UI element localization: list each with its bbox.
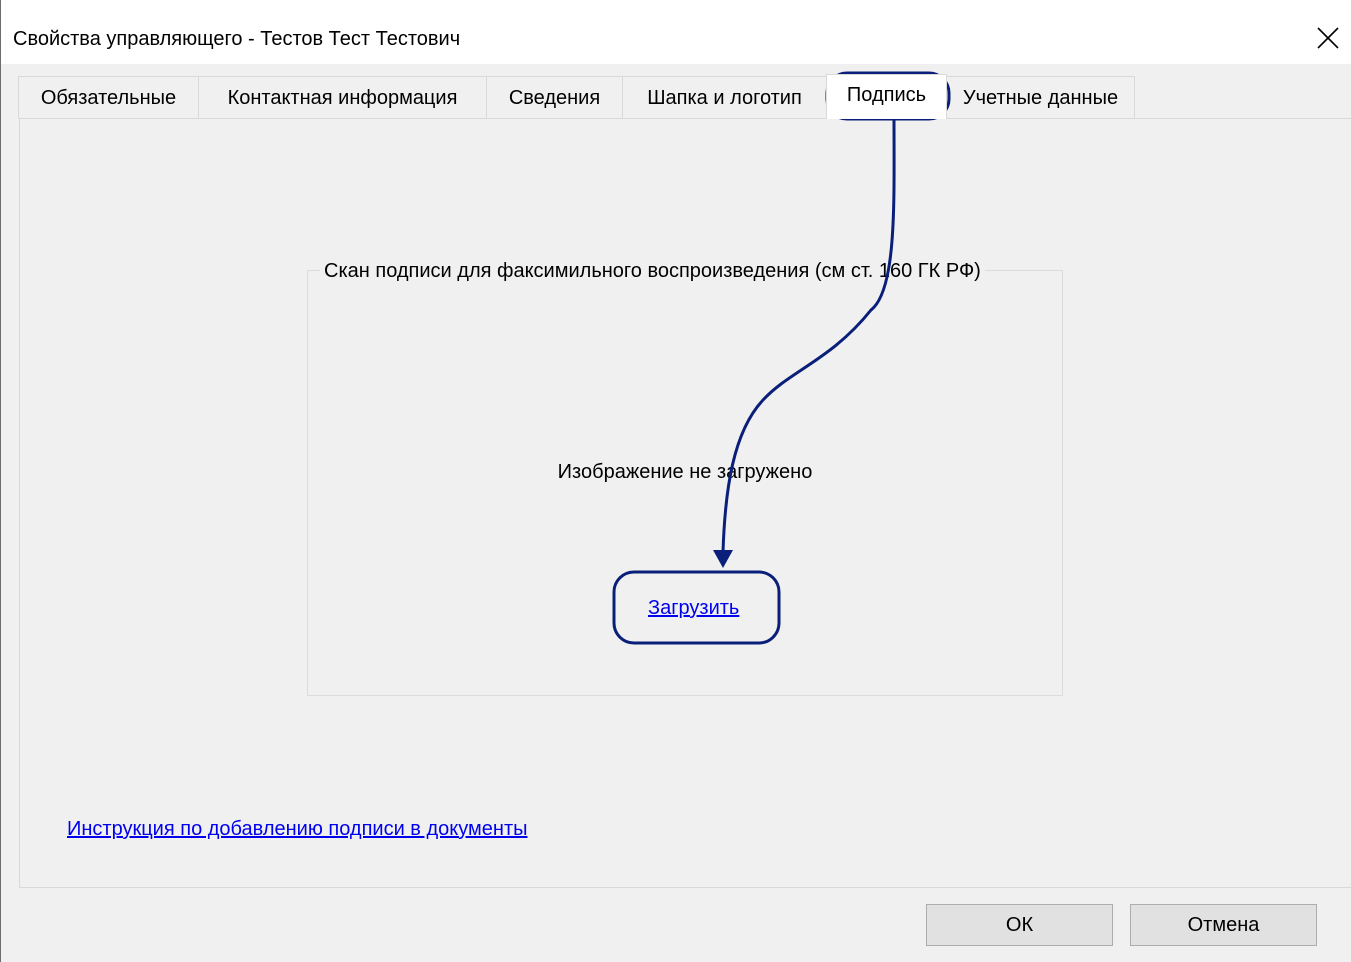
tab-strip: Обязательные Контактная информация Сведе… (18, 74, 1135, 119)
tab-signature[interactable]: Подпись (826, 74, 947, 119)
group-legend: Скан подписи для факсимильного воспроизв… (320, 258, 985, 284)
upload-link[interactable]: Загрузить (648, 595, 739, 621)
image-status-text: Изображение не загружено (557, 461, 813, 483)
tab-obligatory[interactable]: Обязательные (18, 76, 199, 119)
tab-header-logo[interactable]: Шапка и логотип (622, 76, 827, 119)
cancel-button[interactable]: Отмена (1130, 904, 1317, 946)
close-icon (1317, 27, 1339, 49)
ok-button[interactable]: ОК (926, 904, 1113, 946)
tab-contact-info[interactable]: Контактная информация (198, 76, 487, 119)
signature-scan-group: Скан подписи для факсимильного воспроизв… (307, 258, 1063, 696)
dialog-window: Свойства управляющего - Тестов Тест Тест… (0, 0, 1351, 962)
title-bar: Свойства управляющего - Тестов Тест Тест… (1, 0, 1351, 64)
close-button[interactable] (1306, 14, 1351, 64)
window-title: Свойства управляющего - Тестов Тест Тест… (13, 28, 461, 50)
instruction-link[interactable]: Инструкция по добавлению подписи в докум… (67, 816, 528, 842)
tab-details[interactable]: Сведения (486, 76, 623, 119)
tab-credentials[interactable]: Учетные данные (946, 76, 1135, 119)
